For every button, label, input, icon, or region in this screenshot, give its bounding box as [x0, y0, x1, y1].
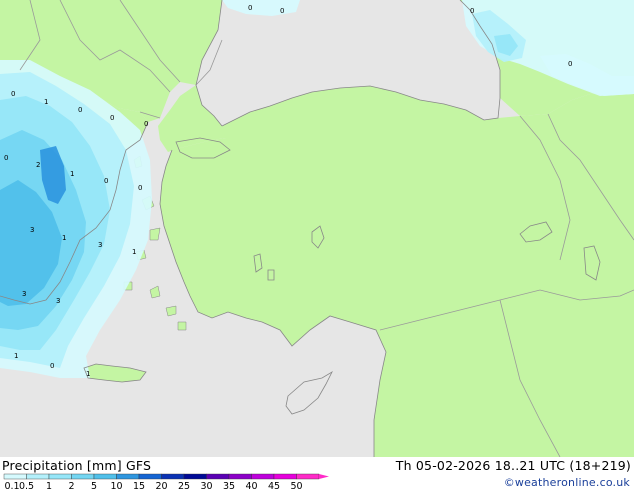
precip-value-label: 0: [248, 4, 252, 12]
legend-tick-label: 0.1: [4, 481, 19, 490]
legend-tick-label: 15: [133, 481, 145, 490]
legend-tick-label: 50: [290, 481, 302, 490]
precip-value-label: 1: [132, 248, 136, 256]
legend-tick-label: 25: [178, 481, 190, 490]
precip-value-label: 0: [144, 120, 148, 128]
legend-swatch: [48, 473, 72, 480]
precip-value-label: 0: [50, 362, 54, 370]
precip-value-label: 3: [56, 297, 60, 305]
legend-swatch: [71, 473, 95, 480]
precip-value-label: 1: [70, 170, 74, 178]
legend-swatches: [3, 473, 329, 480]
precip-value-label: 0: [280, 7, 284, 15]
legend-tick-label: 35: [223, 481, 235, 490]
copyright[interactable]: ©weatheronline.co.uk: [504, 476, 630, 489]
valid-time: Th 05-02-2026 18..21 UTC (18+219): [395, 458, 631, 473]
precip-value-label: 0: [11, 90, 15, 98]
legend-tick-label: 2: [68, 481, 74, 490]
legend-swatch: [93, 473, 117, 480]
precip-value-label: 3: [98, 241, 102, 249]
legend-tick-label: 20: [155, 481, 167, 490]
precip-value-label: 1: [86, 370, 90, 378]
precip-value-label: 0: [4, 154, 8, 162]
precip-value-label: 0: [470, 7, 474, 15]
precip-value-label: 3: [30, 226, 34, 234]
precip-value-label: 1: [14, 352, 18, 360]
map-title: Precipitation [mm] GFS: [2, 458, 152, 473]
precip-value-label: 0: [568, 60, 572, 68]
precip-value-label: 0: [110, 114, 114, 122]
legend-swatch: [296, 473, 320, 480]
legend-swatch: [183, 473, 207, 480]
legend-tick-label: 30: [200, 481, 212, 490]
precip-value-label: 3: [22, 290, 26, 298]
precip-value-label: 0: [78, 106, 82, 114]
legend-tick-label: 5: [91, 481, 97, 490]
legend-swatch: [138, 473, 162, 480]
legend-tick-label: 10: [110, 481, 122, 490]
legend-arrow: [319, 474, 329, 479]
footer: Precipitation [mm] GFS Th 05-02-2026 18.…: [0, 457, 634, 490]
precip-value-label: 0: [104, 177, 108, 185]
legend-swatch: [26, 473, 50, 480]
legend-tick-label: 1: [46, 481, 52, 490]
legend-tick-label: 45: [268, 481, 280, 490]
legend-tick-label: 40: [245, 481, 257, 490]
legend-swatch: [251, 473, 275, 480]
precipitation-map: 0 0 0 0 1 0 0 0 2 1 0 0 3 1 3 1 3 3 1 0 …: [0, 0, 634, 457]
legend-ticks: 0.1 0.5 1 2 5 10 15 20 25 30 35 40 45 50: [4, 481, 302, 490]
precip-value-label: 0: [138, 184, 142, 192]
precip-value-label: 1: [44, 98, 48, 106]
legend-swatch: [116, 473, 140, 480]
legend-swatch: [228, 473, 252, 480]
legend-swatch: [3, 473, 27, 480]
precip-value-label: 2: [36, 161, 40, 169]
legend-tick-label: 0.5: [19, 481, 34, 490]
precip-value-label: 1: [62, 234, 66, 242]
legend-swatch: [161, 473, 185, 480]
color-legend: 0.1 0.5 1 2 5 10 15 20 25 30 35 40 45 50: [3, 473, 329, 490]
legend-swatch: [206, 473, 230, 480]
legend-swatch: [273, 473, 297, 480]
